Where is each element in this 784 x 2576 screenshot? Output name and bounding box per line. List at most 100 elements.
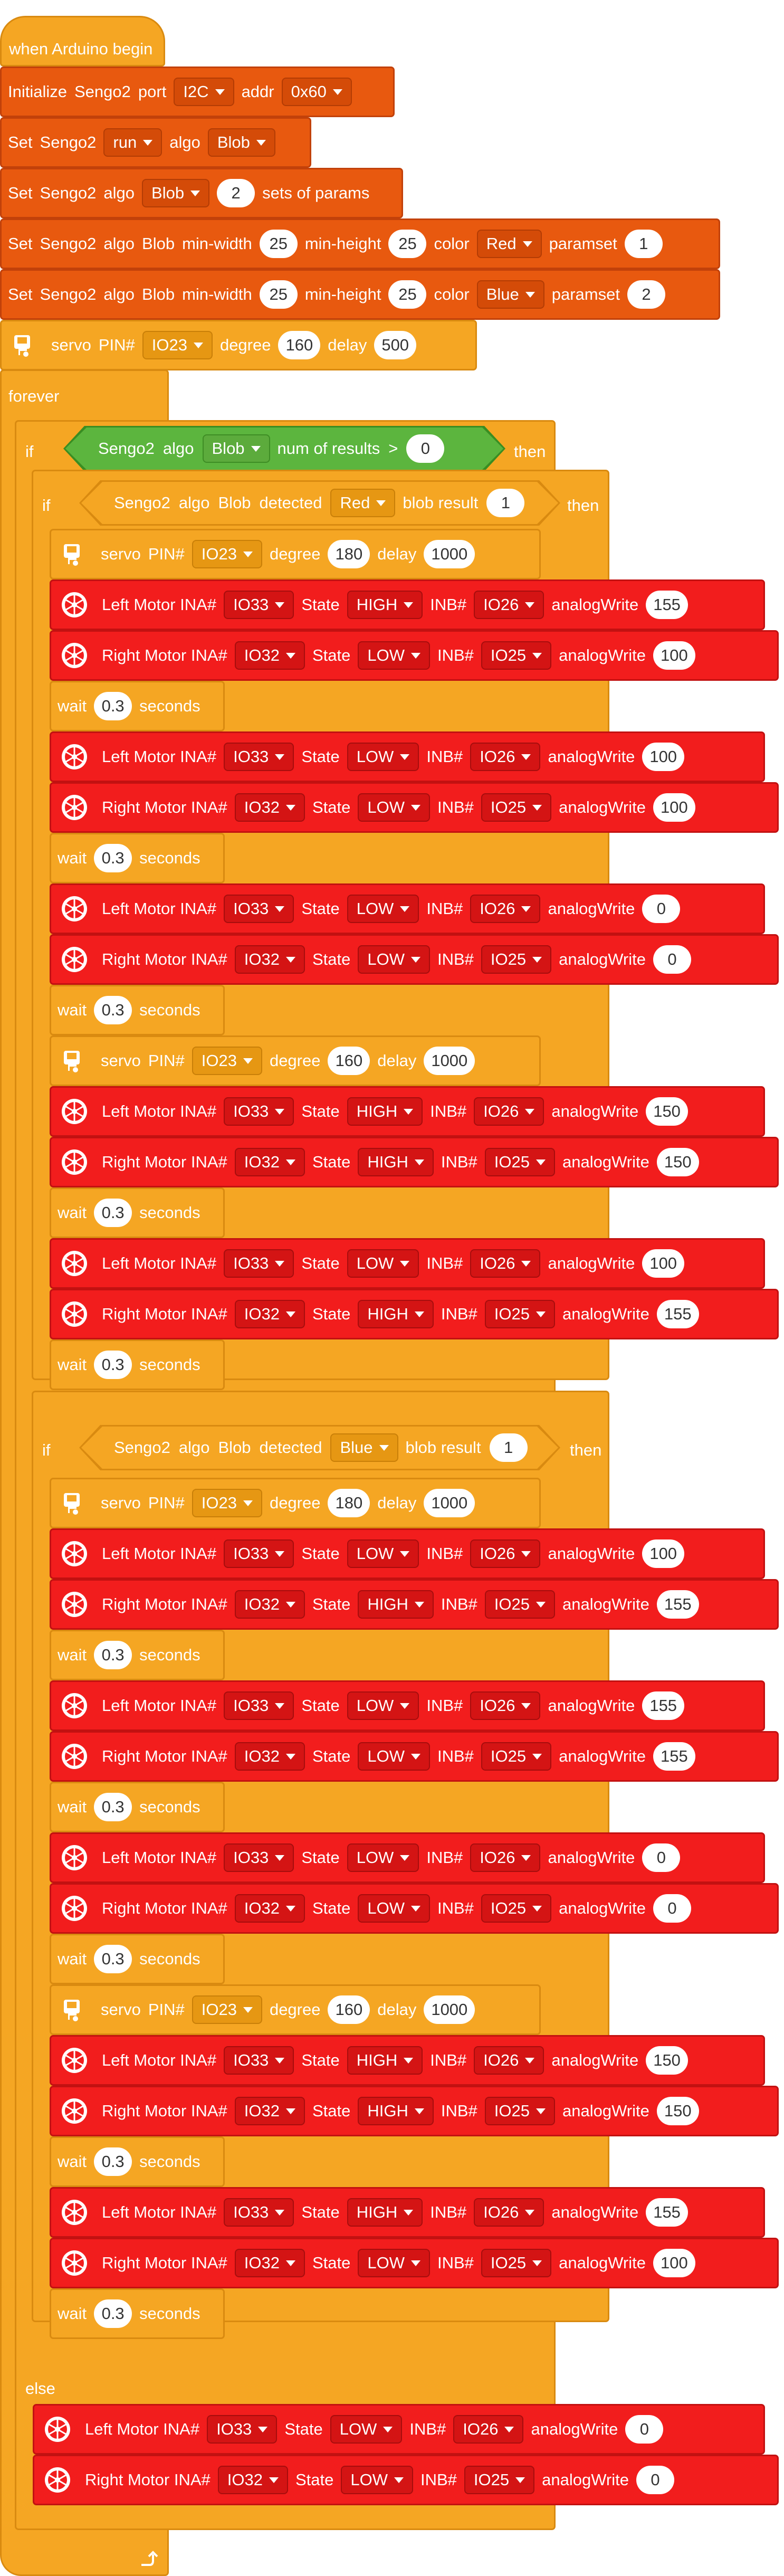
wait-seconds-input[interactable]: 0.3 <box>94 1199 132 1227</box>
inb-pin-dropdown[interactable]: IO26 <box>470 895 541 923</box>
inb-pin-dropdown[interactable]: IO26 <box>474 2046 544 2075</box>
algo-dropdown[interactable]: Blob <box>203 434 270 463</box>
inb-pin-dropdown[interactable]: IO26 <box>470 1843 541 1872</box>
wait-seconds-input[interactable]: 0.3 <box>94 2299 132 2328</box>
left-motor-block[interactable]: Left Motor INA# IO33 State HIGH INB# IO26 anal… <box>50 1086 765 1137</box>
state-dropdown[interactable]: LOW <box>347 895 419 923</box>
left-motor-block[interactable]: Left Motor INA# IO33 State HIGH INB# IO26 anal… <box>50 2187 765 2238</box>
inb-pin-dropdown[interactable]: IO25 <box>481 1894 552 1923</box>
wait-block[interactable]: wait 0.3 seconds <box>50 1782 225 1832</box>
state-dropdown[interactable]: LOW <box>358 2249 430 2277</box>
servo-delay-input[interactable]: 500 <box>374 331 417 359</box>
wait-seconds-input[interactable]: 0.3 <box>94 1641 132 1669</box>
ina-pin-dropdown[interactable]: IO33 <box>224 1539 294 1568</box>
initialize-sengo2-block[interactable]: Initialize Sengo2 port I2C addr 0x60 <box>0 66 395 117</box>
ina-pin-dropdown[interactable]: IO33 <box>224 1843 294 1872</box>
left-motor-block[interactable]: Left Motor INA# IO33 State LOW INB# IO26 analo… <box>50 731 765 782</box>
analog-write-input[interactable]: 150 <box>656 2097 699 2125</box>
analog-write-input[interactable]: 155 <box>646 2198 688 2227</box>
left-motor-block[interactable]: Left Motor INA# IO33 State LOW INB# IO26 analo… <box>50 883 765 934</box>
red-blob-condition[interactable]: Sengo2 algo Blob detected Red blob resul… <box>81 482 558 524</box>
analog-write-input[interactable]: 100 <box>653 641 695 670</box>
ina-pin-dropdown[interactable]: IO33 <box>224 743 294 771</box>
analog-write-input[interactable]: 0 <box>625 2415 664 2444</box>
min-width-input[interactable]: 25 <box>259 230 298 258</box>
inb-pin-dropdown[interactable]: IO26 <box>474 591 544 619</box>
state-dropdown[interactable]: HIGH <box>347 2198 423 2227</box>
param-count-input[interactable]: 2 <box>217 179 255 207</box>
left-motor-block[interactable]: Left Motor INA# IO33 State LOW INB# IO26 analo… <box>33 2404 765 2455</box>
state-dropdown[interactable]: LOW <box>358 1742 430 1771</box>
wait-seconds-input[interactable]: 0.3 <box>94 1945 132 1973</box>
num-results-condition[interactable]: Sengo2 algo Blob num of results > 0 <box>65 427 503 470</box>
inb-pin-dropdown[interactable]: IO25 <box>481 793 552 822</box>
ina-pin-dropdown[interactable]: IO33 <box>224 2046 294 2075</box>
inb-pin-dropdown[interactable]: IO25 <box>481 1742 552 1771</box>
inb-pin-dropdown[interactable]: IO26 <box>453 2415 524 2444</box>
blue-blob-condition[interactable]: Sengo2 algo Blob detected Blue blob resu… <box>81 1427 558 1469</box>
servo-delay-input[interactable]: 1000 <box>424 1995 475 2024</box>
ina-pin-dropdown[interactable]: IO33 <box>224 895 294 923</box>
wait-seconds-input[interactable]: 0.3 <box>94 2147 132 2176</box>
servo-degree-input[interactable]: 160 <box>328 1047 370 1075</box>
state-dropdown[interactable]: HIGH <box>347 591 423 619</box>
servo-degree-input[interactable]: 180 <box>328 540 370 568</box>
servo-pin-dropdown[interactable]: IO23 <box>192 1489 262 1517</box>
wait-block[interactable]: wait 0.3 seconds <box>50 1630 225 1680</box>
state-dropdown[interactable]: LOW <box>358 945 430 974</box>
servo-setup-block[interactable]: servo PIN# IO23 degree 160 delay 500 <box>0 320 477 370</box>
ina-pin-dropdown[interactable]: IO33 <box>224 2198 294 2227</box>
servo-degree-input[interactable]: 160 <box>328 1995 370 2024</box>
color-dropdown[interactable]: Blue <box>330 1433 398 1462</box>
ina-pin-dropdown[interactable]: IO32 <box>234 1148 305 1176</box>
state-dropdown[interactable]: LOW <box>358 793 430 822</box>
ina-pin-dropdown[interactable]: IO32 <box>234 793 305 822</box>
analog-write-input[interactable]: 100 <box>653 2249 695 2277</box>
right-motor-block[interactable]: Right Motor INA# IO32 State LOW INB# IO25 anal… <box>50 1731 779 1782</box>
inb-pin-dropdown[interactable]: IO26 <box>470 1691 541 1720</box>
inb-pin-dropdown[interactable]: IO25 <box>481 945 552 974</box>
color-dropdown[interactable]: Blue <box>476 280 544 309</box>
analog-write-input[interactable]: 0 <box>642 1843 681 1872</box>
analog-write-input[interactable]: 0 <box>653 1894 691 1923</box>
inb-pin-dropdown[interactable]: IO25 <box>481 2249 552 2277</box>
state-dropdown[interactable]: LOW <box>358 641 430 670</box>
analog-write-input[interactable]: 150 <box>646 1097 688 1126</box>
analog-write-input[interactable]: 0 <box>653 945 691 974</box>
set-blob-paramset-block[interactable]: Set Sengo2 algo Blob min-width 25 min-height 25… <box>0 269 720 320</box>
servo-degree-input[interactable]: 160 <box>278 331 321 359</box>
ina-pin-dropdown[interactable]: IO33 <box>224 1249 294 1278</box>
servo-pin-dropdown[interactable]: IO23 <box>142 331 213 359</box>
ina-pin-dropdown[interactable]: IO33 <box>224 1691 294 1720</box>
ina-pin-dropdown[interactable]: IO32 <box>234 2097 305 2125</box>
analog-write-input[interactable]: 100 <box>642 1539 685 1568</box>
state-dropdown[interactable]: HIGH <box>358 1300 434 1328</box>
analog-write-input[interactable]: 155 <box>656 1590 699 1619</box>
wait-block[interactable]: wait 0.3 seconds <box>50 833 225 883</box>
analog-write-input[interactable]: 100 <box>642 1249 685 1278</box>
state-dropdown[interactable]: LOW <box>347 743 419 771</box>
blob-result-input[interactable]: 1 <box>486 489 524 517</box>
compare-value-input[interactable]: 0 <box>406 434 444 463</box>
right-motor-block[interactable]: Right Motor INA# IO32 State HIGH INB# IO25 ana… <box>50 2086 779 2136</box>
servo-delay-input[interactable]: 1000 <box>424 1489 475 1517</box>
inb-pin-dropdown[interactable]: IO25 <box>484 2097 556 2125</box>
color-dropdown[interactable]: Red <box>330 489 395 517</box>
state-dropdown[interactable]: LOW <box>341 2466 413 2494</box>
servo-pin-dropdown[interactable]: IO23 <box>192 1047 262 1075</box>
min-height-input[interactable]: 25 <box>388 230 427 258</box>
color-dropdown[interactable]: Red <box>476 230 542 258</box>
blob-result-input[interactable]: 1 <box>490 1433 528 1462</box>
inb-pin-dropdown[interactable]: IO26 <box>474 2198 544 2227</box>
analog-write-input[interactable]: 100 <box>642 743 685 771</box>
ina-pin-dropdown[interactable]: IO33 <box>224 1097 294 1126</box>
servo-pin-dropdown[interactable]: IO23 <box>192 540 262 568</box>
wait-seconds-input[interactable]: 0.3 <box>94 1351 132 1379</box>
left-motor-block[interactable]: Left Motor INA# IO33 State LOW INB# IO26 analo… <box>50 1238 765 1289</box>
ina-pin-dropdown[interactable]: IO32 <box>234 1742 305 1771</box>
ina-pin-dropdown[interactable]: IO32 <box>234 641 305 670</box>
state-dropdown[interactable]: LOW <box>347 1691 419 1720</box>
min-width-input[interactable]: 25 <box>259 280 298 309</box>
analog-write-input[interactable]: 150 <box>646 2046 688 2075</box>
state-dropdown[interactable]: LOW <box>330 2415 403 2444</box>
